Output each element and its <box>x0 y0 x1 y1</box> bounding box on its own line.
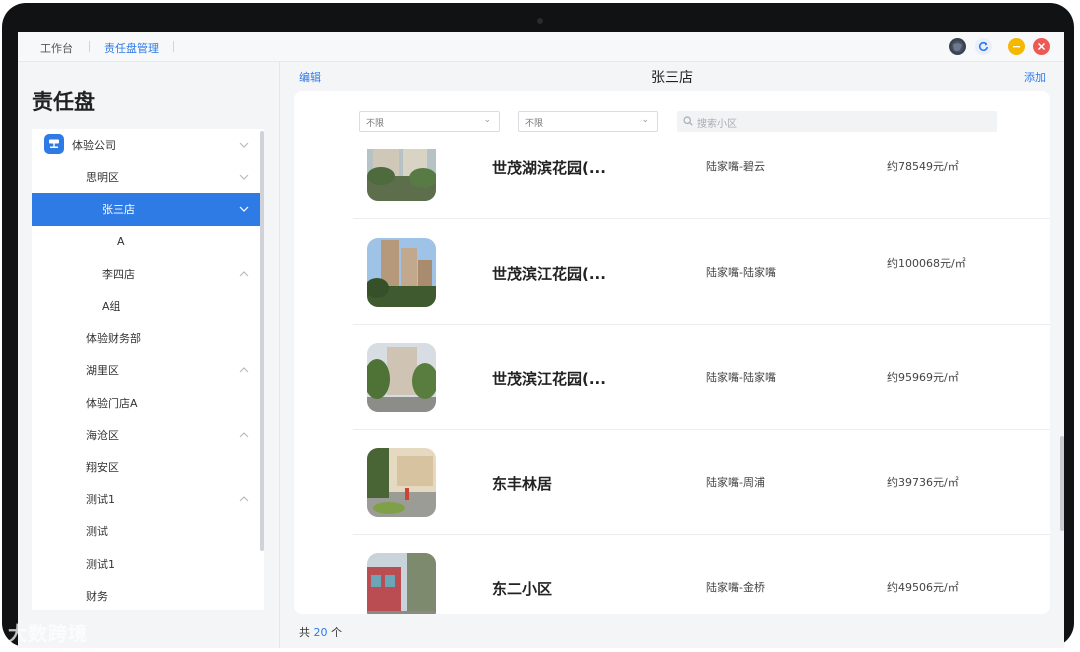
community-name: 世茂湖滨花园(... <box>492 159 606 177</box>
search-icon <box>683 116 693 126</box>
community-area: 陆家嘴-碧云 <box>706 160 765 173</box>
sidebar-item-label: 张三店 <box>102 203 135 217</box>
top-bar: 工作台 责任盘管理 <box>18 32 1064 62</box>
filter-value: 不限 <box>525 119 544 129</box>
sidebar-item-label: 湖里区 <box>86 364 119 378</box>
community-thumbnail <box>367 343 436 412</box>
sidebar-scrollbar[interactable] <box>260 131 264 551</box>
community-price: 约100068元/㎡ <box>887 257 966 270</box>
chevron-down-icon[interactable] <box>238 171 250 183</box>
community-list: 世茂湖滨花园(... 陆家嘴-碧云 约78549元/㎡ 世茂滨江花园(... 陆… <box>353 149 1050 614</box>
community-price: 约78549元/㎡ <box>887 160 959 173</box>
app-window: 工作台 责任盘管理 责任盘 体验公司 思明区 张三店 A 李四店 A组 体验财务部 湖里区 体验… <box>18 32 1064 648</box>
sidebar-item[interactable]: 测试1 <box>32 547 264 579</box>
sidebar-item-label: 思明区 <box>86 171 119 185</box>
add-button[interactable]: 添加 <box>1024 69 1046 85</box>
main-header: 编辑 张三店 添加 <box>280 62 1064 92</box>
sidebar-item[interactable]: 测试1 <box>32 483 264 515</box>
sidebar-item[interactable]: A <box>32 226 264 258</box>
search-input[interactable]: 搜索小区 <box>677 111 997 132</box>
community-name: 东丰林居 <box>492 475 553 493</box>
sidebar-item-label: 测试1 <box>86 557 115 571</box>
community-price: 约49506元/㎡ <box>887 581 959 594</box>
chevron-down-icon[interactable] <box>238 139 250 151</box>
total-number: 20 <box>313 626 328 639</box>
sidebar-item-label: 测试1 <box>86 493 115 507</box>
community-panel: 不限 ⌄ 不限 ⌄ 搜索小区 世茂湖滨花园(... 陆家嘴-碧云 约78549元… <box>294 91 1050 614</box>
community-thumbnail <box>367 553 436 614</box>
community-thumbnail <box>367 448 436 517</box>
sidebar-item[interactable]: A组 <box>32 290 264 322</box>
camera-dot <box>537 18 543 24</box>
community-price: 约39736元/㎡ <box>887 476 959 489</box>
total-prefix: 共 <box>299 626 310 639</box>
total-count: 共 20 个 <box>299 624 342 640</box>
sidebar-item-label: 李四店 <box>102 267 135 281</box>
watermark-text: 大数跨境 <box>8 623 89 645</box>
community-thumbnail <box>367 238 436 307</box>
sidebar-item-label: 翔安区 <box>86 460 119 474</box>
close-button[interactable] <box>1033 38 1050 55</box>
avatar[interactable] <box>949 38 966 55</box>
filter-select-2[interactable]: 不限 ⌄ <box>518 111 658 132</box>
chevron-up-icon[interactable] <box>238 429 250 441</box>
list-item[interactable]: 东二小区 陆家嘴-金桥 约49506元/㎡ <box>353 535 1050 614</box>
sidebar-item[interactable]: 测试 <box>32 515 264 547</box>
list-item[interactable]: 东丰林居 陆家嘴-周浦 约39736元/㎡ <box>353 430 1050 535</box>
sidebar-item-label: A <box>117 235 125 249</box>
community-area: 陆家嘴-陆家嘴 <box>706 371 776 384</box>
sidebar-item-label: 财务 <box>86 589 108 603</box>
device-frame: 工作台 责任盘管理 责任盘 体验公司 思明区 张三店 A 李四店 A组 体验财务部 湖里区 体验… <box>2 3 1074 648</box>
sidebar-item-label: 测试 <box>86 525 108 539</box>
list-item[interactable]: 世茂湖滨花园(... 陆家嘴-碧云 约78549元/㎡ <box>353 149 1050 219</box>
sidebar-item-label: 体验财务部 <box>86 332 141 346</box>
community-name: 世茂滨江花园(... <box>492 265 606 283</box>
chevron-down-icon: ⌄ <box>483 115 491 125</box>
chevron-down-icon: ⌄ <box>641 115 649 125</box>
filter-select-1[interactable]: 不限 ⌄ <box>359 111 500 132</box>
sidebar-item[interactable]: 湖里区 <box>32 354 264 386</box>
tab-divider <box>173 41 174 52</box>
sidebar-item[interactable]: 体验财务部 <box>32 322 264 354</box>
page-title: 张三店 <box>651 70 693 86</box>
community-price: 约95969元/㎡ <box>887 371 959 384</box>
sidebar-item[interactable]: 思明区 <box>32 161 264 193</box>
sidebar-item[interactable]: 张三店 <box>32 193 264 226</box>
tab-divider <box>89 41 90 52</box>
community-thumbnail <box>367 149 436 201</box>
sidebar-item-label: 海沧区 <box>86 428 119 442</box>
sidebar-item[interactable]: 财务 <box>32 580 264 610</box>
company-icon <box>44 134 64 154</box>
sidebar-item-label: A组 <box>102 300 121 314</box>
minimize-button[interactable] <box>1008 38 1025 55</box>
tab-responsibility[interactable]: 责任盘管理 <box>104 40 159 56</box>
main-content: 编辑 张三店 添加 不限 ⌄ 不限 ⌄ 搜索小区 世茂湖滨花园(... 陆家嘴-… <box>280 62 1064 648</box>
chevron-up-icon[interactable] <box>238 364 250 376</box>
total-suffix: 个 <box>331 626 342 639</box>
filter-value: 不限 <box>366 119 385 129</box>
tab-workbench[interactable]: 工作台 <box>40 40 73 56</box>
chevron-up-icon[interactable] <box>238 268 250 280</box>
community-name: 世茂滨江花园(... <box>492 370 606 388</box>
sidebar-title: 责任盘 <box>32 90 95 114</box>
sidebar-item-label: 体验公司 <box>72 139 116 153</box>
list-item[interactable]: 世茂滨江花园(... 陆家嘴-陆家嘴 约95969元/㎡ <box>353 325 1050 430</box>
refresh-icon[interactable] <box>975 38 992 55</box>
org-tree: 体验公司思明区张三店 A 李四店 A组体验财务部湖里区体验门店A 海沧区翔安区测试1 测试… <box>32 129 264 610</box>
community-name: 东二小区 <box>492 580 553 598</box>
list-scrollbar[interactable] <box>1060 436 1064 531</box>
list-item[interactable]: 世茂滨江花园(... 陆家嘴-陆家嘴 约100068元/㎡ <box>353 220 1050 325</box>
chevron-down-icon[interactable] <box>238 203 250 215</box>
sidebar-item-label: 体验门店A <box>86 396 138 410</box>
sidebar-item[interactable]: 体验门店A <box>32 387 264 419</box>
sidebar-item[interactable]: 翔安区 <box>32 451 264 483</box>
sidebar-item[interactable]: 体验公司 <box>32 129 264 161</box>
sidebar-item[interactable]: 海沧区 <box>32 419 264 451</box>
community-area: 陆家嘴-陆家嘴 <box>706 266 776 279</box>
chevron-up-icon[interactable] <box>238 493 250 505</box>
sidebar-item[interactable]: 李四店 <box>32 258 264 290</box>
community-area: 陆家嘴-周浦 <box>706 476 765 489</box>
search-placeholder: 搜索小区 <box>697 119 737 130</box>
community-area: 陆家嘴-金桥 <box>706 581 765 594</box>
